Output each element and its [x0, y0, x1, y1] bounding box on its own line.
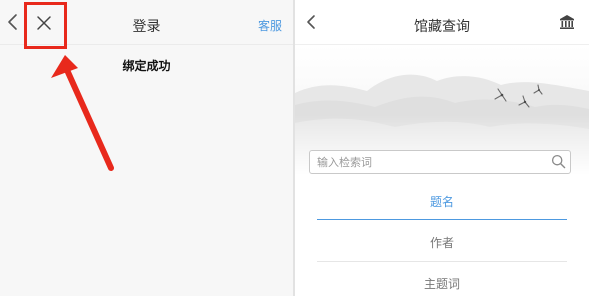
customer-service-link[interactable]: 客服 [258, 17, 282, 34]
close-button-highlight [24, 2, 67, 49]
catalog-search-panel: 馆藏查询 输入检索词 题名 作者 主题词 [295, 0, 589, 296]
search-field-subject[interactable]: 主题词 [317, 275, 567, 292]
search-icon[interactable] [551, 154, 566, 169]
option-divider-active [317, 219, 567, 220]
search-field-title[interactable]: 题名 [317, 193, 567, 210]
bind-success-message: 绑定成功 [122, 59, 171, 73]
annotation-arrow [51, 55, 114, 171]
search-box [309, 150, 571, 174]
catalog-header: 馆藏查询 [295, 0, 589, 44]
search-input[interactable] [310, 151, 547, 173]
option-divider [317, 261, 567, 262]
login-panel: 登录 客服 绑定成功 [0, 0, 293, 296]
page-title: 馆藏查询 [414, 19, 470, 35]
search-field-author[interactable]: 作者 [317, 234, 567, 251]
library-building-icon[interactable] [559, 14, 575, 30]
